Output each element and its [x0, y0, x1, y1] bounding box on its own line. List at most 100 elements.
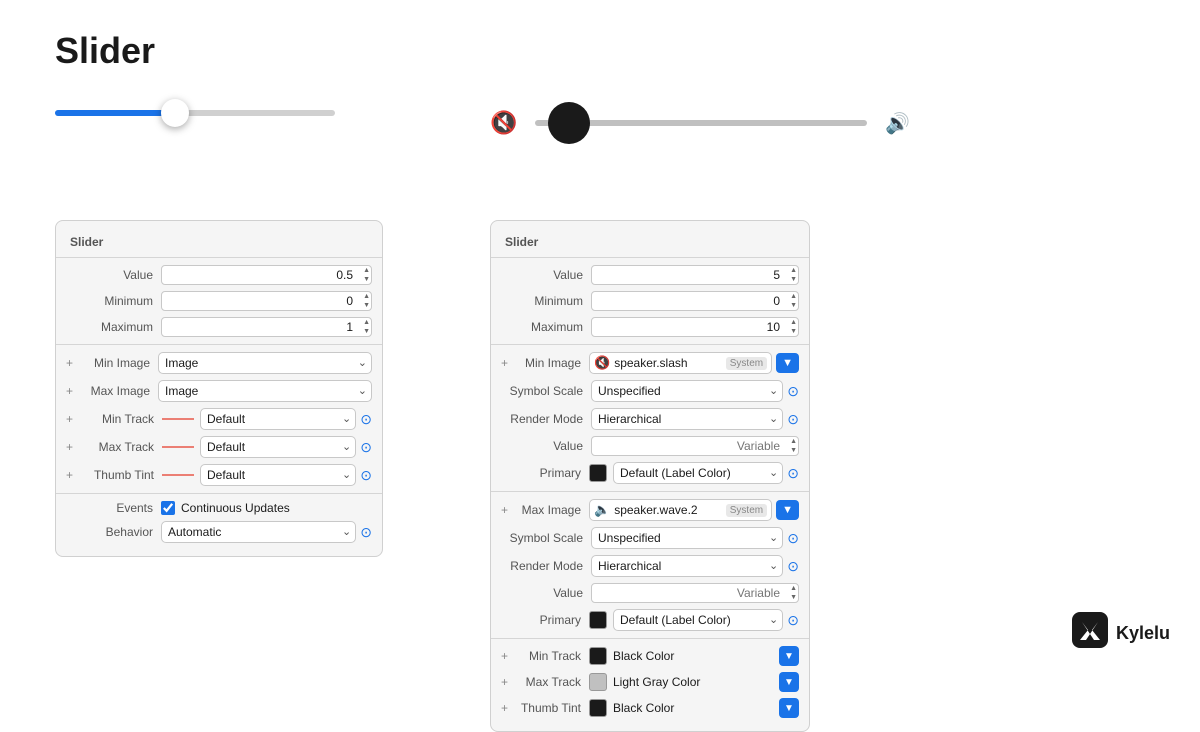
stepper-down[interactable]: ▼: [790, 275, 797, 284]
rp-render-mode-select[interactable]: Hierarchical: [591, 408, 783, 430]
min-image-dropdown-wrapper[interactable]: Image: [158, 352, 372, 374]
value-input[interactable]: [161, 265, 372, 285]
minimum-stepper[interactable]: ▲ ▼: [363, 292, 370, 310]
stepper-up[interactable]: ▲: [790, 266, 797, 275]
stepper-down[interactable]: ▼: [790, 327, 797, 336]
rp-max-track-plus[interactable]: +: [501, 675, 515, 689]
max-image-plus[interactable]: +: [66, 384, 80, 398]
min-track-dropdown-wrapper[interactable]: Default: [200, 408, 356, 430]
max-image-dropdown-wrapper[interactable]: Image: [158, 380, 372, 402]
rp-minimum-input[interactable]: [591, 291, 799, 311]
stepper-up[interactable]: ▲: [363, 318, 370, 327]
rp-render-mode2-arrow[interactable]: ⊙: [787, 558, 799, 575]
rp-min-image-plus[interactable]: +: [501, 356, 515, 370]
rp-value-stepper[interactable]: ▲ ▼: [790, 266, 797, 284]
slider-thumb[interactable]: [161, 99, 189, 127]
rp-primary-swatch[interactable]: [589, 464, 607, 482]
rp-max-image-btn[interactable]: ▼: [776, 500, 799, 520]
rp-value2-stepper[interactable]: ▲ ▼: [790, 437, 797, 455]
maximum-stepper[interactable]: ▲ ▼: [363, 318, 370, 336]
min-track-select[interactable]: Default: [200, 408, 356, 430]
value-stepper[interactable]: ▲ ▼: [363, 266, 370, 284]
min-image-plus[interactable]: +: [66, 356, 80, 370]
rp-render-mode-arrow[interactable]: ⊙: [787, 411, 799, 428]
stepper-down[interactable]: ▼: [363, 275, 370, 284]
rp-thumb-tint-swatch[interactable]: [589, 699, 607, 717]
rp-min-track-swatch[interactable]: [589, 647, 607, 665]
thumb-tint-plus[interactable]: +: [66, 468, 80, 482]
rp-max-image-symbol-wrapper: 🔈 speaker.wave.2 System: [589, 499, 772, 521]
stepper-up[interactable]: ▲: [790, 584, 797, 593]
stepper-up[interactable]: ▲: [363, 266, 370, 275]
rp-value3-input[interactable]: [591, 583, 799, 603]
thumb-tint-arrow[interactable]: ⊙: [360, 467, 372, 484]
rp-min-track-arrow[interactable]: ▼: [779, 646, 799, 666]
rp-value-input[interactable]: [591, 265, 799, 285]
rp-max-track-arrow[interactable]: ▼: [779, 672, 799, 692]
rp-thumb-tint-plus[interactable]: +: [501, 701, 515, 715]
rp-primary2-select[interactable]: Default (Label Color): [613, 609, 783, 631]
rp-render-mode-wrapper[interactable]: Hierarchical: [591, 408, 783, 430]
rp-value-input-wrapper[interactable]: ▲ ▼: [591, 265, 799, 285]
rp-primary2-arrow[interactable]: ⊙: [787, 612, 799, 629]
max-track-dropdown-wrapper[interactable]: Default: [200, 436, 356, 458]
rp-min-track-plus[interactable]: +: [501, 649, 515, 663]
stepper-up[interactable]: ▲: [790, 318, 797, 327]
minimum-input-wrapper[interactable]: ▲ ▼: [161, 291, 372, 311]
max-track-arrow[interactable]: ⊙: [360, 439, 372, 456]
stepper-down[interactable]: ▼: [790, 446, 797, 455]
min-track-arrow[interactable]: ⊙: [360, 411, 372, 428]
behavior-dropdown-wrapper[interactable]: Automatic: [161, 521, 356, 543]
rp-primary2-dropdown-wrapper[interactable]: Default (Label Color): [613, 609, 783, 631]
maximum-input-wrapper[interactable]: ▲ ▼: [161, 317, 372, 337]
thumb-tint-select[interactable]: Default: [200, 464, 356, 486]
min-track-plus[interactable]: +: [66, 412, 80, 426]
stepper-up[interactable]: ▲: [790, 437, 797, 446]
stepper-down[interactable]: ▼: [790, 593, 797, 602]
stepper-up[interactable]: ▲: [363, 292, 370, 301]
rp-render-mode2-select[interactable]: Hierarchical: [591, 555, 783, 577]
rp-primary2-swatch[interactable]: [589, 611, 607, 629]
value-input-wrapper[interactable]: ▲ ▼: [161, 265, 372, 285]
rp-maximum-stepper[interactable]: ▲ ▼: [790, 318, 797, 336]
max-image-select[interactable]: Image: [158, 380, 372, 402]
rp-value2-input-wrapper[interactable]: ▲ ▼: [591, 436, 799, 456]
max-track-select[interactable]: Default: [200, 436, 356, 458]
rp-min-image-btn[interactable]: ▼: [776, 353, 799, 373]
rp-value3-input-wrapper[interactable]: ▲ ▼: [591, 583, 799, 603]
rp-value3-stepper[interactable]: ▲ ▼: [790, 584, 797, 602]
max-track-plus[interactable]: +: [66, 440, 80, 454]
rp-max-image-plus[interactable]: +: [501, 503, 515, 517]
rp-minimum-stepper[interactable]: ▲ ▼: [790, 292, 797, 310]
rp-symbol-scale2-arrow[interactable]: ⊙: [787, 530, 799, 547]
rp-symbol-scale2-wrapper[interactable]: Unspecified: [591, 527, 783, 549]
rp-maximum-input[interactable]: [591, 317, 799, 337]
rp-minimum-input-wrapper[interactable]: ▲ ▼: [591, 291, 799, 311]
rp-render-mode2-wrapper[interactable]: Hierarchical: [591, 555, 783, 577]
behavior-arrow[interactable]: ⊙: [360, 524, 372, 541]
maximum-input[interactable]: [161, 317, 372, 337]
rp-symbol-scale2-select[interactable]: Unspecified: [591, 527, 783, 549]
rp-symbol-scale-select[interactable]: Unspecified: [591, 380, 783, 402]
rp-symbol-scale-wrapper[interactable]: Unspecified: [591, 380, 783, 402]
min-image-select[interactable]: Image: [158, 352, 372, 374]
behavior-select[interactable]: Automatic: [161, 521, 356, 543]
rp-value2-input[interactable]: [591, 436, 799, 456]
rp-max-track-swatch[interactable]: [589, 673, 607, 691]
rp-primary-select[interactable]: Default (Label Color): [613, 462, 783, 484]
continuous-updates-checkbox[interactable]: [161, 501, 175, 515]
left-slider-track[interactable]: [55, 110, 335, 116]
thumb-tint-dropdown-wrapper[interactable]: Default: [200, 464, 356, 486]
rp-primary-arrow[interactable]: ⊙: [787, 465, 799, 482]
rp-maximum-input-wrapper[interactable]: ▲ ▼: [591, 317, 799, 337]
right-slider-track[interactable]: [535, 120, 867, 126]
rp-primary-dropdown-wrapper[interactable]: Default (Label Color): [613, 462, 783, 484]
rp-thumb-tint-arrow[interactable]: ▼: [779, 698, 799, 718]
rp-symbol-scale-arrow[interactable]: ⊙: [787, 383, 799, 400]
right-slider-thumb[interactable]: [548, 102, 590, 144]
stepper-down[interactable]: ▼: [363, 301, 370, 310]
stepper-down[interactable]: ▼: [790, 301, 797, 310]
stepper-up[interactable]: ▲: [790, 292, 797, 301]
minimum-input[interactable]: [161, 291, 372, 311]
stepper-down[interactable]: ▼: [363, 327, 370, 336]
